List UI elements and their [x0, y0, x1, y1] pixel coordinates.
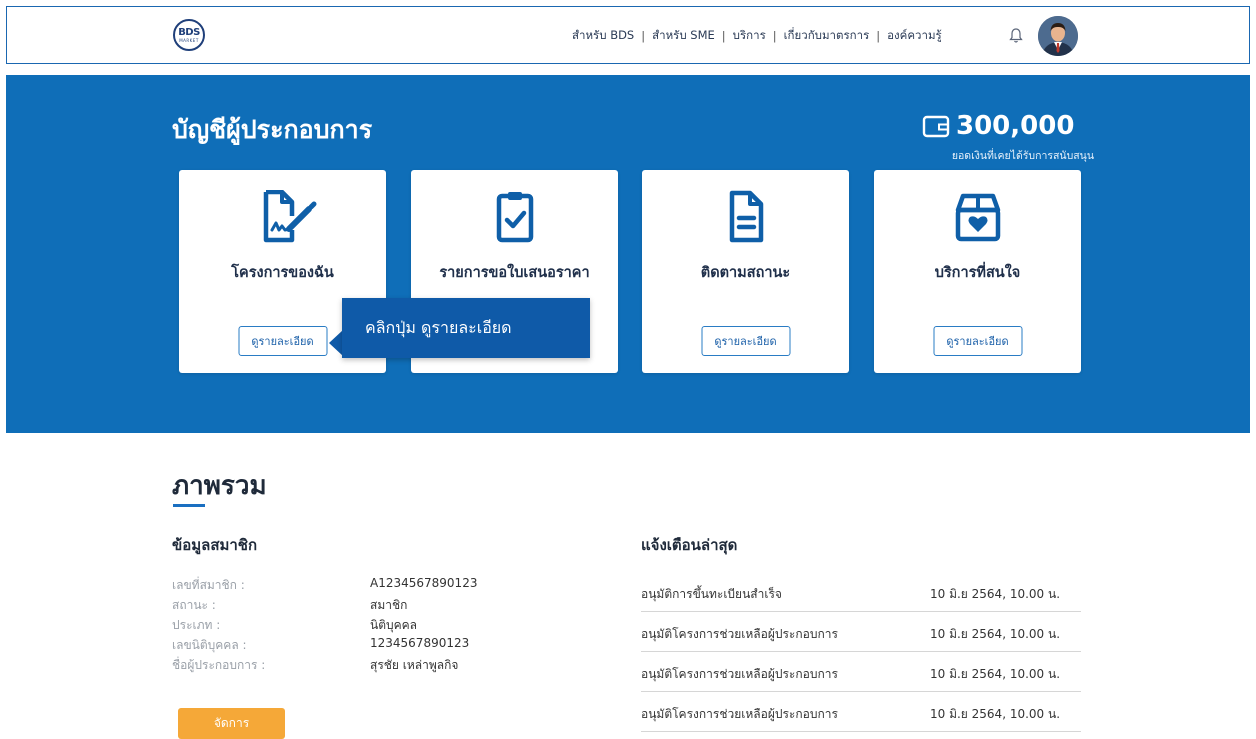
main-nav: สำหรับ BDS | สำหรับ SME | บริการ | เกี่ย…	[572, 27, 942, 45]
alert-date: 10 มิ.ย 2564, 10.00 น.	[930, 627, 1061, 641]
view-details-button[interactable]: ดูรายละเอียด	[701, 326, 790, 356]
nav-item-knowledge[interactable]: องค์ความรู้	[887, 27, 942, 45]
alert-date: 10 มิ.ย 2564, 10.00 น.	[930, 587, 1061, 601]
tooltip-arrow	[329, 330, 343, 356]
nav-separator: |	[721, 29, 726, 43]
alert-date: 10 มิ.ย 2564, 10.00 น.	[930, 707, 1061, 721]
field-label: เลขที่สมาชิก :	[172, 578, 245, 592]
box-heart-icon	[955, 193, 1000, 242]
overview-title: ภาพรวม	[172, 471, 267, 501]
budget-value: 300,000	[956, 111, 1075, 141]
field-label: ชื่อผู้ประกอบการ :	[172, 658, 266, 672]
clipboard-check-icon	[496, 192, 533, 243]
nav-item-about-measures[interactable]: เกี่ยวกับมาตรการ	[784, 27, 870, 45]
member-info-title: ข้อมูลสมาชิก	[172, 536, 258, 554]
card-interested-services: บริการที่สนใจ ดูรายละเอียด	[874, 170, 1081, 373]
field-value: สุรชัย เหล่าพูลกิจ	[370, 658, 459, 672]
bell-icon[interactable]	[1009, 27, 1023, 45]
instruction-tooltip: คลิกปุ่ม ดูรายละเอียด	[342, 298, 590, 358]
nav-separator: |	[641, 29, 646, 43]
latest-alerts-title: แจ้งเตือนล่าสุด	[641, 536, 738, 554]
card-title: รายการขอใบเสนอราคา	[439, 265, 590, 281]
card-title: ติดตามสถานะ	[700, 265, 791, 281]
user-avatar[interactable]	[1038, 16, 1078, 56]
nav-item-services[interactable]: บริการ	[733, 27, 766, 45]
logo-subtext: MARKET	[179, 37, 199, 43]
field-value: A1234567890123	[370, 576, 478, 590]
view-details-button[interactable]: ดูรายละเอียด	[933, 326, 1022, 356]
page-title: บัญชีผู้ประกอบการ	[172, 115, 373, 144]
alert-date: 10 มิ.ย 2564, 10.00 น.	[930, 667, 1061, 681]
title-underline	[173, 504, 205, 507]
nav-separator: |	[876, 29, 881, 43]
card-track-status: ติดตามสถานะ ดูรายละเอียด	[642, 170, 849, 373]
bds-logo[interactable]: BDS MARKET	[173, 19, 205, 51]
card-title: โครงการของฉัน	[231, 265, 334, 281]
tooltip-text: คลิกปุ่ม ดูรายละเอียด	[365, 317, 512, 337]
logo-text: BDS	[178, 26, 200, 38]
nav-item-for-sme[interactable]: สำหรับ SME	[652, 27, 715, 45]
alerts-list: อนุมัติการขึ้นทะเบียนสำเร็จ 10 มิ.ย 2564…	[641, 572, 1081, 732]
alert-text: อนุมัติโครงการช่วยเหลือผู้ประกอบการ	[641, 667, 838, 681]
nav-separator: |	[772, 29, 777, 43]
field-value: 1234567890123	[370, 636, 470, 650]
alert-text: อนุมัติโครงการช่วยเหลือผู้ประกอบการ	[641, 627, 838, 641]
wallet-icon	[922, 115, 950, 138]
signed-document-icon	[263, 190, 316, 243]
card-title: บริการที่สนใจ	[934, 265, 1021, 281]
alert-row[interactable]: อนุมัติโครงการช่วยเหลือผู้ประกอบการ 10 ม…	[641, 612, 1081, 652]
field-label: เลขนิติบุคคล :	[172, 638, 247, 652]
alert-row[interactable]: อนุมัติโครงการช่วยเหลือผู้ประกอบการ 10 ม…	[641, 692, 1081, 732]
alert-row[interactable]: อนุมัติการขึ้นทะเบียนสำเร็จ 10 มิ.ย 2564…	[641, 572, 1081, 612]
nav-item-for-bds[interactable]: สำหรับ BDS	[572, 27, 634, 45]
field-value: สมาชิก	[370, 598, 408, 612]
alert-text: อนุมัติการขึ้นทะเบียนสำเร็จ	[641, 587, 782, 601]
field-label: สถานะ :	[172, 598, 216, 612]
budget-summary: 300,000	[922, 111, 1074, 141]
manage-button[interactable]: จัดการ	[178, 708, 285, 739]
field-value: นิติบุคคล	[370, 618, 418, 632]
view-details-button[interactable]: ดูรายละเอียด	[238, 326, 327, 356]
top-header: BDS MARKET สำหรับ BDS | สำหรับ SME | บริ…	[6, 6, 1250, 64]
alert-text: อนุมัติโครงการช่วยเหลือผู้ประกอบการ	[641, 707, 838, 721]
alert-row[interactable]: อนุมัติโครงการช่วยเหลือผู้ประกอบการ 10 ม…	[641, 652, 1081, 692]
file-lines-icon	[729, 190, 763, 243]
budget-label: ยอดเงินที่เคยได้รับการสนับสนุน	[951, 150, 1094, 162]
field-label: ประเภท :	[172, 618, 221, 632]
